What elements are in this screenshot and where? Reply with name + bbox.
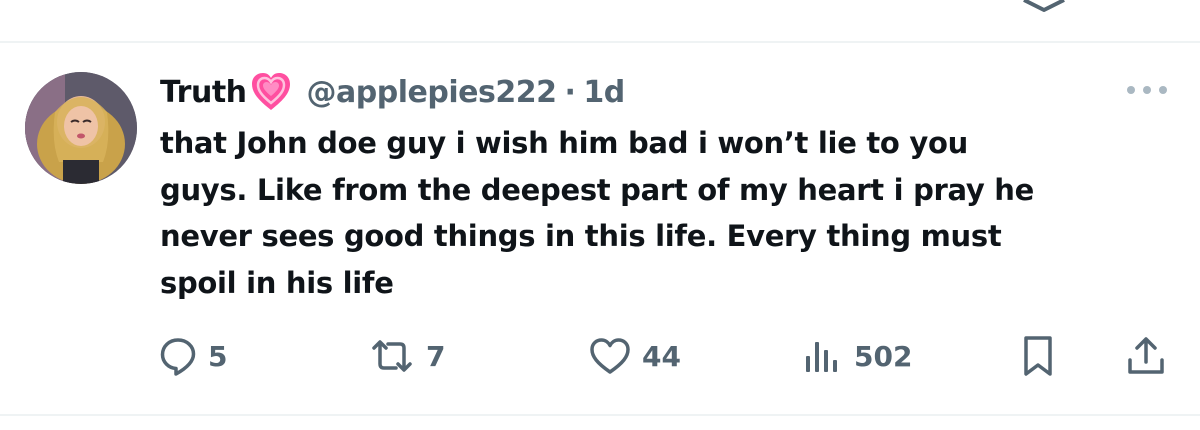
avatar[interactable] — [25, 72, 137, 184]
repost-button[interactable]: 7 — [368, 328, 445, 384]
views-bars-icon — [806, 342, 837, 372]
reply-count: 5 — [208, 339, 228, 373]
repost-count: 7 — [426, 339, 446, 373]
like-button[interactable]: 44 — [588, 328, 681, 384]
growing-heart-emoji-icon — [251, 73, 290, 110]
like-count: 44 — [642, 339, 681, 373]
display-name[interactable]: Truth — [160, 75, 247, 110]
tweet-actions: 5 7 44 502 — [0, 328, 1200, 384]
views-count: 502 — [854, 339, 913, 373]
share-button[interactable] — [1124, 328, 1168, 384]
reply-button[interactable]: 5 — [158, 328, 227, 384]
repost-arrows-icon — [372, 340, 412, 372]
partial-bookmark-icon[interactable] — [1022, 0, 1066, 12]
header-separator: · — [564, 74, 576, 110]
top-divider — [0, 41, 1200, 43]
views-button[interactable]: 502 — [800, 328, 912, 384]
avatar-image — [25, 72, 137, 184]
bottom-divider — [0, 414, 1200, 416]
reply-bubble-icon — [160, 338, 196, 376]
bookmark-button[interactable] — [1018, 328, 1058, 384]
heart-outline-icon — [590, 338, 630, 374]
user-handle[interactable]: @applepies222 — [307, 75, 557, 110]
share-upload-icon — [1128, 337, 1164, 374]
tweet-header: Truth @applepies222 · 1d — [160, 70, 625, 114]
timestamp[interactable]: 1d — [583, 75, 625, 110]
more-horizontal-icon[interactable] — [1124, 80, 1170, 100]
bookmark-icon — [1024, 336, 1052, 376]
tweet-text: that John doe guy i wish him bad i won’t… — [160, 126, 1035, 300]
